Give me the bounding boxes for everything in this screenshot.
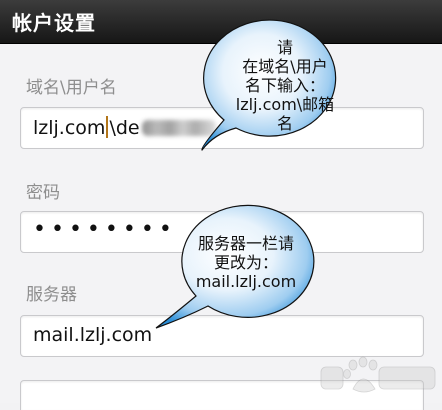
callout-bottom-line-3: mail.lzlj.com xyxy=(195,272,297,291)
callout-bottom-line-2: 更改为： xyxy=(213,253,278,272)
callout-top-line-1: 请 xyxy=(276,38,293,57)
callout-text-top: 请 在域名\用户 名下输入： lzlj.com\邮箱 名 xyxy=(226,38,344,133)
username-value: lzlj.com \de xyxy=(33,116,216,139)
title-bar: 帐户设置 xyxy=(0,0,442,44)
baidu-watermark-icon xyxy=(320,356,436,393)
username-text-start: lzlj.com xyxy=(33,117,106,139)
callout-top-line-5: 名 xyxy=(276,114,293,133)
username-label: 域名\用户名 xyxy=(26,78,117,98)
server-value: mail.lzlj.com xyxy=(33,324,153,346)
server-label: 服务器 xyxy=(26,285,77,305)
server-input[interactable]: mail.lzlj.com xyxy=(20,315,424,357)
username-input[interactable]: lzlj.com \de xyxy=(20,107,424,149)
callout-top-line-2: 在域名\用户 xyxy=(242,57,328,76)
username-text-end: \de xyxy=(109,117,140,139)
password-value: •••••••• xyxy=(33,217,177,242)
callout-top-line-4: lzlj.com\邮箱 xyxy=(235,95,335,114)
account-settings-form: 域名\用户名 lzlj.com \de 密码 •••••••• 服务器 mail.… xyxy=(0,44,442,410)
page-title: 帐户设置 xyxy=(12,11,96,35)
callout-text-bottom: 服务器一栏请 更改为： mail.lzlj.com xyxy=(184,234,308,291)
callout-bottom-line-1: 服务器一栏请 xyxy=(197,234,294,253)
password-label: 密码 xyxy=(26,183,60,203)
redacted-text xyxy=(141,120,216,136)
callout-top-line-3: 名下输入： xyxy=(244,76,325,95)
